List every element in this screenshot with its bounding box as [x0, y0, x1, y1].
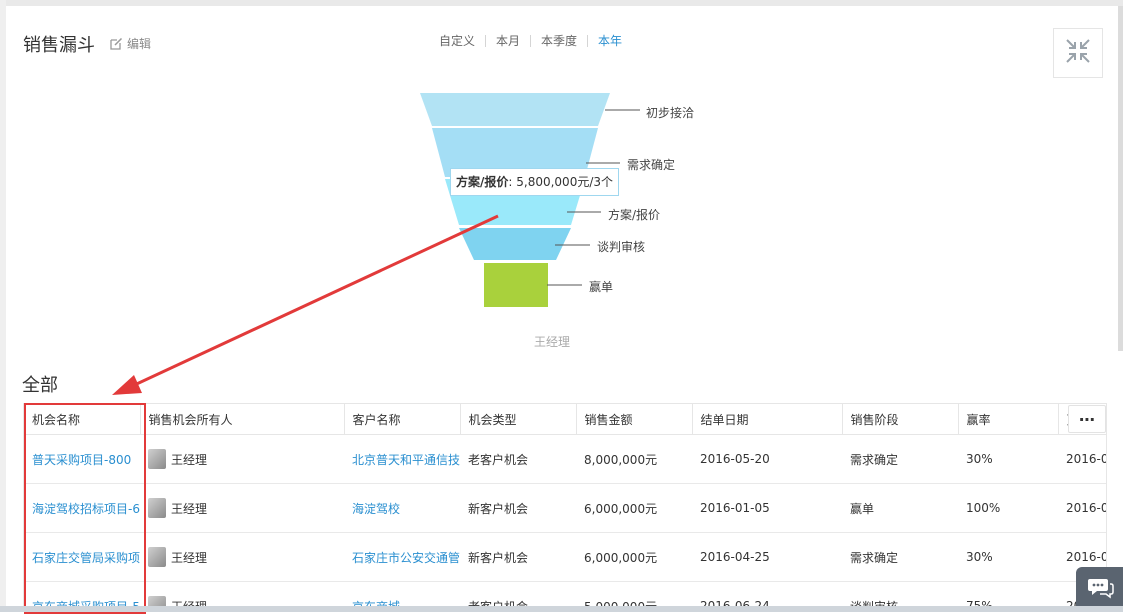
period-year[interactable]: 本年: [588, 32, 632, 49]
annotation-arrow-line: [127, 214, 499, 390]
funnel-label-0: 初步接洽: [646, 106, 695, 120]
cell-rate: 30%: [958, 434, 1058, 484]
cell-type: 老客户机会: [460, 434, 576, 484]
owner-name: 王经理: [171, 452, 208, 467]
tooltip-stage: 方案/报价: [456, 175, 509, 189]
cell-date: 2016-04-25: [692, 532, 842, 582]
annotation-highlight-box: [24, 403, 146, 614]
opportunity-table: 机会名称 销售机会所有人 客户名称 机会类型 销售金额 结单日期 销售阶段 赢率…: [24, 403, 1106, 612]
cell-type: 新客户机会: [460, 483, 576, 533]
cell-customer: 海淀驾校: [344, 483, 460, 533]
owner: 王经理: [148, 449, 344, 469]
table-row: 石家庄交管局采购项 王经理 石家庄市公安交通管 新客户机会 6,000,000元…: [24, 532, 1106, 582]
table-header-row: 机会名称 销售机会所有人 客户名称 机会类型 销售金额 结单日期 销售阶段 赢率…: [24, 403, 1106, 435]
collapse-icon: [1064, 37, 1092, 69]
column-header[interactable]: 客户名称: [343, 403, 460, 435]
section-title: 全部: [22, 375, 58, 396]
cell-amount: 8,000,000元: [576, 434, 692, 484]
period-quarter[interactable]: 本季度: [531, 32, 587, 49]
period-custom[interactable]: 自定义: [439, 32, 485, 49]
funnel-stage-0: [420, 93, 610, 126]
cell-amount: 6,000,000元: [576, 532, 692, 582]
avatar: [148, 498, 166, 518]
edit-label: 编辑: [127, 37, 152, 51]
cell-customer: 北京普天和平通信技: [344, 434, 460, 484]
funnel-owner-caption: 王经理: [534, 335, 571, 349]
owner: 王经理: [148, 547, 344, 567]
collapse-button[interactable]: [1053, 28, 1103, 78]
funnel-label-1: 需求确定: [627, 158, 676, 172]
window-top-edge: [0, 0, 1123, 6]
cell-rate: 30%: [958, 532, 1058, 582]
period-month[interactable]: 本月: [486, 32, 530, 49]
customer-link[interactable]: 北京普天和平通信技: [352, 453, 460, 467]
cell-amount: 6,000,000元: [576, 483, 692, 533]
funnel-stage-3: [459, 228, 571, 260]
window-left-edge: [0, 0, 6, 612]
avatar: [148, 547, 166, 567]
owner-name: 王经理: [171, 550, 208, 565]
customer-link[interactable]: 海淀驾校: [352, 502, 400, 516]
column-header[interactable]: 机会类型: [459, 403, 576, 435]
period-selector: 自定义 本月 本季度 本年: [439, 32, 632, 49]
column-header[interactable]: 结单日期: [691, 403, 842, 435]
cell-rate: 100%: [958, 483, 1058, 533]
avatar: [148, 449, 166, 469]
edit-icon: [110, 37, 123, 50]
chat-icon: [1086, 577, 1114, 603]
page-scrollbar[interactable]: [1118, 6, 1123, 351]
cell-owner: 王经理: [140, 483, 344, 533]
opportunity-table-container: 机会名称 销售机会所有人 客户名称 机会类型 销售金额 结单日期 销售阶段 赢率…: [23, 403, 1107, 612]
edit-button[interactable]: 编辑: [110, 35, 151, 52]
table-row: 普天采购项目-800 王经理 北京普天和平通信技 老客户机会 8,000,000…: [24, 434, 1106, 484]
cell-stage: 需求确定: [842, 532, 958, 582]
taskbar-strip: [0, 606, 1123, 612]
cell-extra: 2016-0: [1058, 483, 1106, 533]
table-row: 海淀驾校招标项目-6 王经理 海淀驾校 新客户机会 6,000,000元 201…: [24, 483, 1106, 533]
cell-stage: 赢单: [842, 483, 958, 533]
customer-link[interactable]: 石家庄市公安交通管: [352, 551, 460, 565]
funnel-label-3: 谈判审核: [597, 240, 646, 254]
funnel-tooltip: 方案/报价: 5,800,000元/3个: [450, 168, 620, 196]
funnel-stage-4: [484, 263, 548, 307]
funnel-label-4: 赢单: [589, 280, 614, 294]
owner-name: 王经理: [171, 501, 208, 516]
column-header[interactable]: 销售金额: [575, 403, 692, 435]
page-title: 销售漏斗: [23, 35, 95, 56]
cell-customer: 石家庄市公安交通管: [344, 532, 460, 582]
column-header[interactable]: 销售机会所有人: [139, 403, 344, 435]
cell-date: 2016-05-20: [692, 434, 842, 484]
owner: 王经理: [148, 498, 344, 518]
tooltip-value: 5,800,000元/3个: [516, 175, 614, 189]
more-options-button[interactable]: ⋯: [1068, 405, 1106, 433]
column-header[interactable]: 销售阶段: [841, 403, 958, 435]
funnel-label-2: 方案/报价: [608, 208, 661, 222]
cell-stage: 需求确定: [842, 434, 958, 484]
cell-date: 2016-01-05: [692, 483, 842, 533]
cell-extra: 2016-0: [1058, 434, 1106, 484]
cell-type: 新客户机会: [460, 532, 576, 582]
cell-owner: 王经理: [140, 434, 344, 484]
cell-owner: 王经理: [140, 532, 344, 582]
column-header[interactable]: 赢率: [957, 403, 1058, 435]
annotation-arrow-head: [112, 375, 142, 395]
